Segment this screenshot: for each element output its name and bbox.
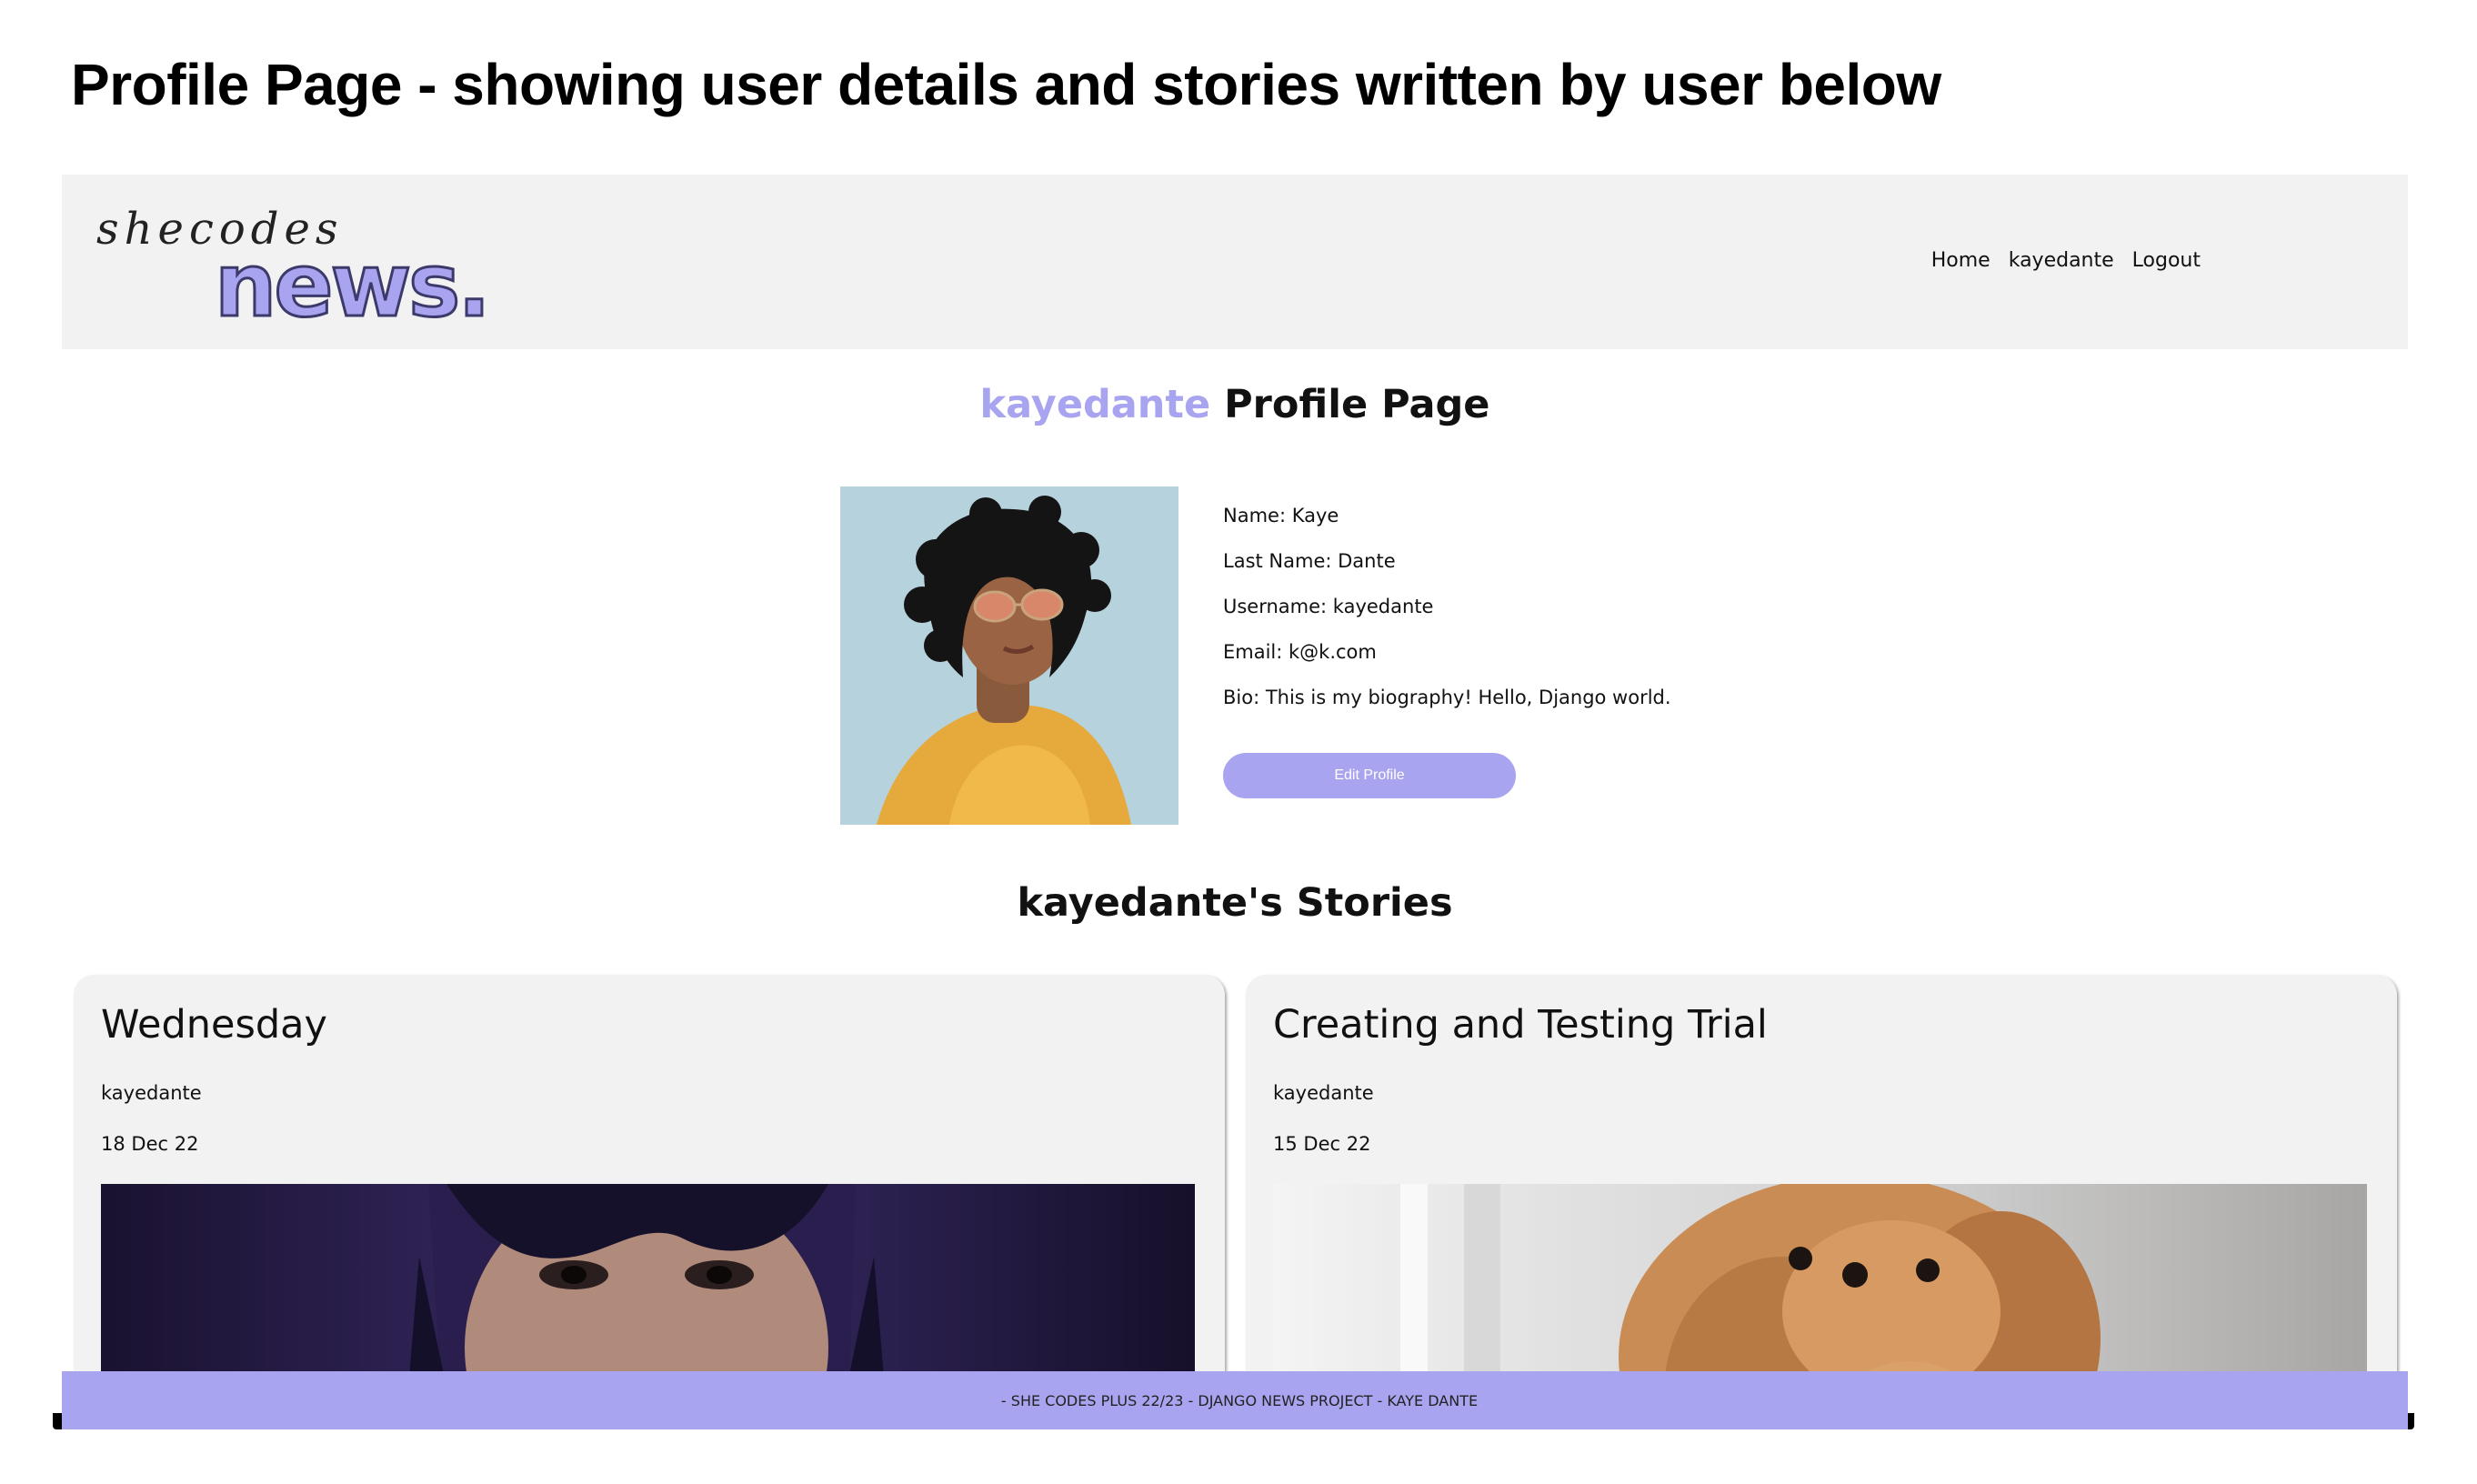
nav-user-link[interactable]: kayedante	[2009, 249, 2114, 272]
story-title[interactable]: Wednesday	[101, 1002, 327, 1048]
story-author: kayedante	[1273, 1082, 1374, 1104]
browser-viewport: shecodes news. Home kayedante Logout kay…	[62, 175, 2408, 1429]
story-date: 18 Dec 22	[101, 1133, 199, 1155]
site-logo[interactable]: shecodes news.	[96, 204, 496, 338]
site-footer: - SHE CODES PLUS 22/23 - DJANGO NEWS PRO…	[62, 1371, 2408, 1429]
navbar: shecodes news. Home kayedante Logout	[62, 175, 2408, 349]
profile-avatar	[840, 486, 1178, 825]
nav-home-link[interactable]: Home	[1931, 249, 1991, 272]
profile-details: Name: Kaye Last Name: Dante Username: ka…	[1223, 502, 1671, 729]
avatar-image	[840, 486, 1178, 825]
edit-profile-button[interactable]: Edit Profile	[1223, 753, 1516, 798]
profile-page-title: kayedante Profile Page	[62, 382, 2408, 427]
story-author: kayedante	[101, 1082, 202, 1104]
profile-title-username: kayedante	[979, 382, 1211, 427]
story-title[interactable]: Creating and Testing Trial	[1273, 1002, 1768, 1048]
profile-title-suffix: Profile Page	[1224, 382, 1490, 427]
nav-logout-link[interactable]: Logout	[2132, 249, 2201, 272]
story-card[interactable]: Wednesday kayedante 18 Dec 22	[74, 975, 1225, 1429]
profile-email: Email: k@k.com	[1223, 641, 1377, 663]
profile-last-name: Last Name: Dante	[1223, 550, 1396, 572]
story-card[interactable]: Creating and Testing Trial kayedante 15 …	[1246, 975, 2397, 1429]
story-date: 15 Dec 22	[1273, 1133, 1371, 1155]
profile-username: Username: kayedante	[1223, 596, 1434, 617]
profile-name: Name: Kaye	[1223, 505, 1339, 526]
nav-links: Home kayedante Logout	[1931, 249, 2201, 272]
stories-heading: kayedante's Stories	[1017, 880, 1453, 926]
profile-bio: Bio: This is my biography! Hello, Django…	[1223, 687, 1671, 708]
page-caption: Profile Page - showing user details and …	[71, 52, 1941, 117]
logo-news-text: news.	[214, 234, 493, 338]
